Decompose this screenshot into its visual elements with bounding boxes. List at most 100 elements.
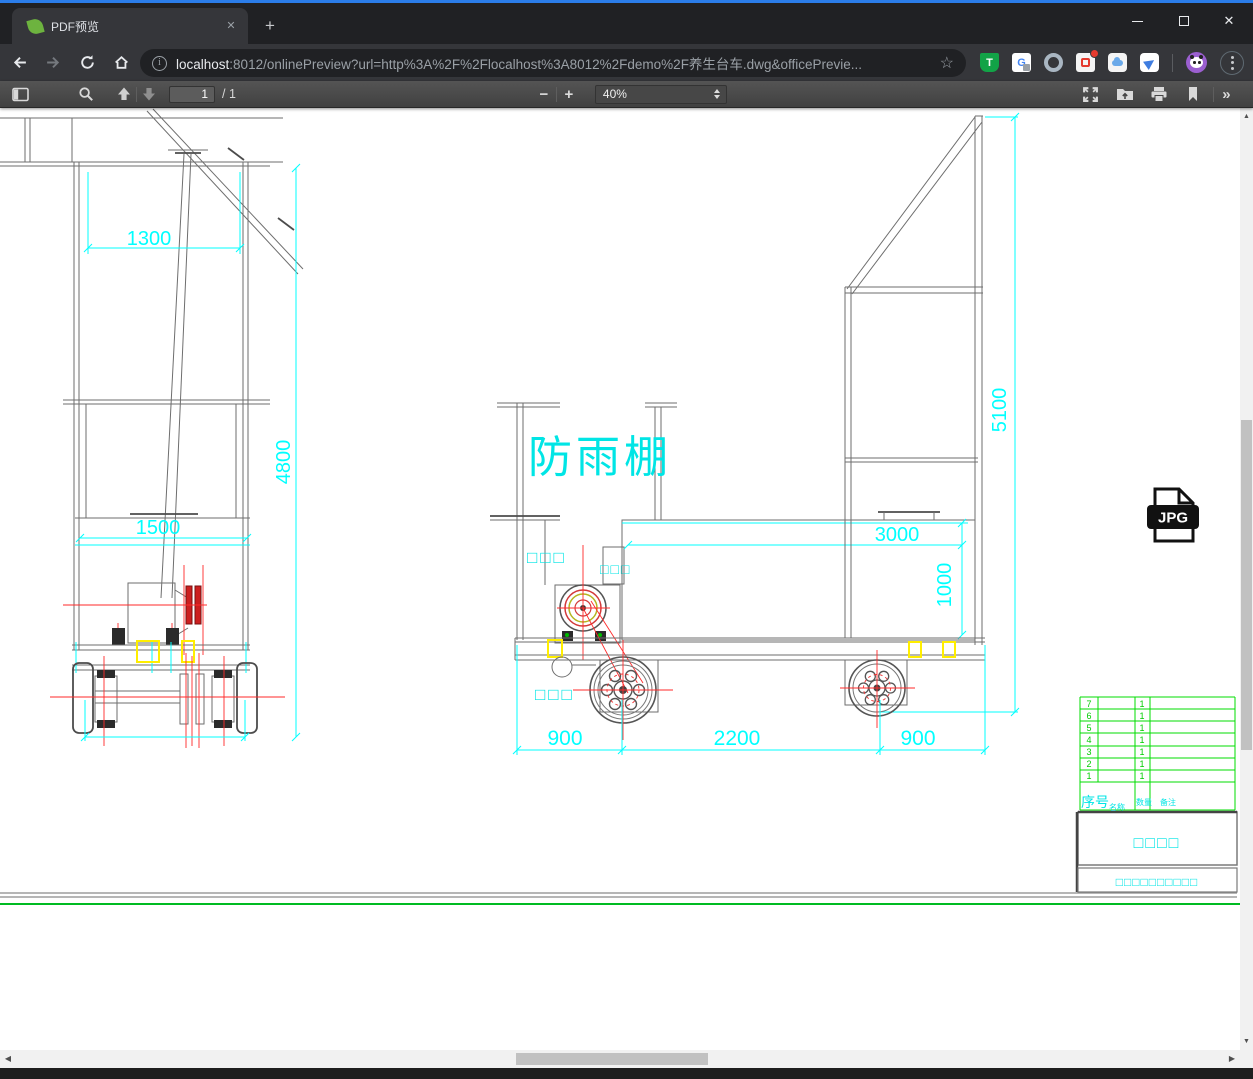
print-button[interactable] bbox=[1147, 83, 1171, 105]
url-host: localhost bbox=[176, 57, 230, 72]
profile-avatar[interactable] bbox=[1186, 52, 1207, 73]
row-no: 7 bbox=[1086, 699, 1091, 709]
dim-tank-height: 1000 bbox=[934, 563, 956, 608]
tampermonkey-extension-icon[interactable]: T bbox=[980, 53, 999, 72]
open-file-button[interactable] bbox=[1113, 83, 1137, 105]
sheet-border-bottom bbox=[0, 892, 1240, 905]
row-no: 2 bbox=[1086, 759, 1091, 769]
row-qty: 1 bbox=[1139, 759, 1144, 769]
forward-button[interactable] bbox=[38, 48, 68, 78]
red-extension-icon[interactable] bbox=[1076, 49, 1099, 72]
zoom-select[interactable]: 40% bbox=[594, 84, 727, 104]
presentation-mode-button[interactable] bbox=[1079, 83, 1103, 105]
back-button[interactable] bbox=[4, 48, 34, 78]
row-no: 4 bbox=[1086, 735, 1091, 745]
scrollbar-corner bbox=[1240, 1050, 1253, 1068]
dim-wheel-base: 2200 bbox=[714, 727, 761, 750]
header-remark: 备注 bbox=[1160, 797, 1176, 807]
row-no: 5 bbox=[1086, 723, 1091, 733]
zoom-in-button[interactable]: + bbox=[557, 83, 581, 105]
row-no: 3 bbox=[1086, 747, 1091, 757]
tab-close-icon[interactable]: ✕ bbox=[222, 17, 240, 35]
zoom-out-button[interactable]: − bbox=[532, 83, 556, 105]
next-page-button[interactable] bbox=[137, 83, 161, 105]
dim-tank-length: 3000 bbox=[875, 524, 920, 546]
pdf-page-canvas[interactable]: .ln{stroke:#6e6e6e;stroke-width:1;fill:n… bbox=[0, 108, 1240, 1050]
title-block-line2: □□□□□□□□□□ bbox=[1116, 875, 1198, 889]
row-no: 1 bbox=[1086, 771, 1091, 781]
front-view: 1300 4800 1500 bbox=[0, 108, 304, 748]
tab-title: PDF预览 bbox=[51, 19, 100, 34]
row-qty: 1 bbox=[1139, 723, 1144, 733]
select-caret-icon bbox=[713, 89, 720, 99]
title-block: □□□□ □□□□□□□□□□ bbox=[1075, 810, 1238, 893]
dim-front-height: 4800 bbox=[273, 440, 295, 485]
vertical-scrollbar[interactable]: ▲ ▼ bbox=[1240, 108, 1253, 1050]
translate-extension-icon[interactable]: G bbox=[1012, 53, 1031, 72]
site-info-icon[interactable]: i bbox=[152, 55, 167, 71]
extensions-area: T G bbox=[980, 44, 1244, 81]
dim-front-width-cab: 1500 bbox=[136, 517, 181, 539]
close-window-button[interactable]: ✕ bbox=[1212, 9, 1246, 33]
address-bar[interactable]: i localhost:8012/onlinePreview?url=http%… bbox=[140, 49, 966, 77]
browser-window: PDF预览 ✕ + ✕ i localhost:8012/onlinePrevi… bbox=[0, 0, 1253, 1079]
url-path: :8012/onlinePreview?url=http%3A%2F%2Floc… bbox=[229, 57, 862, 72]
dim-wheel-left: 900 bbox=[547, 727, 582, 750]
maximize-button[interactable] bbox=[1167, 9, 1201, 33]
jpg-icon-label: JPG bbox=[1158, 510, 1188, 527]
scroll-left-arrow-icon[interactable]: ◀ bbox=[1, 1050, 15, 1068]
titlebar: PDF预览 ✕ + ✕ bbox=[0, 3, 1253, 44]
ring-extension-icon[interactable] bbox=[1044, 53, 1063, 72]
home-button[interactable] bbox=[106, 48, 136, 78]
spring-leaf-favicon bbox=[26, 16, 45, 36]
dim-front-width-top: 1300 bbox=[127, 228, 172, 250]
scroll-right-arrow-icon[interactable]: ▶ bbox=[1225, 1050, 1239, 1068]
row-qty: 1 bbox=[1139, 771, 1144, 781]
header-qty: 数量 bbox=[1136, 797, 1152, 807]
page-number-input[interactable] bbox=[169, 85, 215, 103]
scroll-up-arrow-icon[interactable]: ▲ bbox=[1240, 110, 1253, 123]
more-tools-button[interactable]: » bbox=[1214, 83, 1238, 105]
jpg-file-icon: JPG bbox=[1147, 487, 1199, 543]
canopy-label: 防雨棚 bbox=[528, 433, 672, 482]
pdf-toolbar: / 1 − + 40% » bbox=[0, 81, 1253, 108]
header-name: 名称 bbox=[1109, 802, 1125, 812]
vertical-scrollbar-thumb[interactable] bbox=[1241, 420, 1252, 750]
browser-menu-button[interactable] bbox=[1220, 50, 1244, 75]
sidebar-toggle-button[interactable] bbox=[8, 83, 32, 105]
zoom-value: 40% bbox=[602, 87, 627, 101]
row-qty: 1 bbox=[1139, 735, 1144, 745]
label-tofu-a: □□□ bbox=[527, 548, 567, 567]
label-tofu-b: □□□ bbox=[600, 561, 631, 577]
minimize-button[interactable] bbox=[1120, 9, 1154, 33]
side-view: 防雨棚 □□□ □□□ □□□ 3000 1000 5100 900 2200 … bbox=[490, 112, 1020, 755]
cad-drawing: .ln{stroke:#6e6e6e;stroke-width:1;fill:n… bbox=[0, 108, 1240, 905]
header-index: 序号 bbox=[1081, 794, 1109, 810]
bird-extension-icon[interactable] bbox=[1140, 53, 1159, 72]
navbar: i localhost:8012/onlinePreview?url=http%… bbox=[0, 44, 1253, 81]
new-tab-button[interactable]: + bbox=[258, 15, 282, 39]
title-block-line1: □□□□ bbox=[1134, 835, 1181, 852]
reload-button[interactable] bbox=[72, 48, 102, 78]
dim-side-height: 5100 bbox=[989, 388, 1011, 433]
parts-table: 7 1 6 1 5 1 4 1 3 1 2 1 1 1 序号 名称 数量 备注 bbox=[1079, 696, 1236, 812]
search-button[interactable] bbox=[74, 83, 98, 105]
row-qty: 1 bbox=[1139, 747, 1144, 757]
row-qty: 1 bbox=[1139, 711, 1144, 721]
cloud-extension-icon[interactable] bbox=[1108, 53, 1127, 72]
dim-wheel-right: 900 bbox=[900, 727, 935, 750]
browser-tab[interactable]: PDF预览 ✕ bbox=[12, 8, 248, 44]
horizontal-scrollbar[interactable]: ◀ ▶ bbox=[0, 1050, 1240, 1068]
horizontal-scrollbar-thumb[interactable] bbox=[516, 1053, 708, 1065]
scroll-down-arrow-icon[interactable]: ▼ bbox=[1240, 1035, 1253, 1048]
page-count-label: / 1 bbox=[222, 87, 236, 101]
row-qty: 1 bbox=[1139, 699, 1144, 709]
row-no: 6 bbox=[1086, 711, 1091, 721]
bookmark-star-icon[interactable]: ☆ bbox=[940, 53, 954, 73]
url-text[interactable]: localhost:8012/onlinePreview?url=http%3A… bbox=[176, 53, 932, 73]
window-bottom-edge bbox=[0, 1068, 1253, 1079]
bookmark-button[interactable] bbox=[1181, 83, 1205, 105]
extensions-separator bbox=[1172, 53, 1173, 72]
previous-page-button[interactable] bbox=[112, 83, 136, 105]
label-tofu-c: □□□ bbox=[535, 685, 575, 704]
